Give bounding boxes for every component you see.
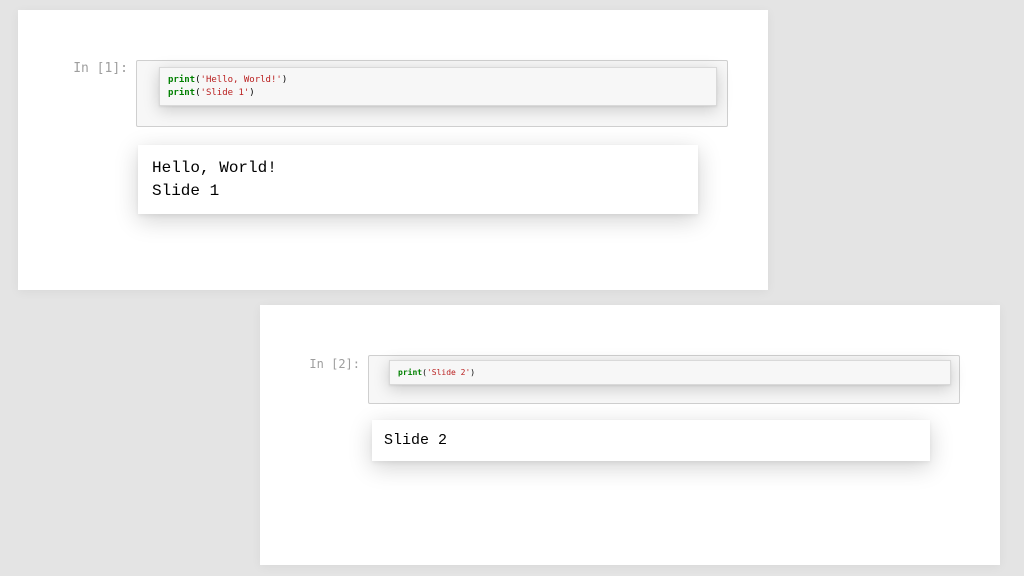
code-paren-close: ) [282, 75, 287, 85]
code-box-1: print('Hello, World!') print('Slide 1') [159, 67, 717, 106]
code-box-2: print('Slide 2') [389, 360, 951, 385]
input-prompt-2: In [2]: [300, 355, 368, 373]
slide-2: In [2]: print('Slide 2') Slide 2 [260, 305, 1000, 565]
code-string: Hello, World! [206, 75, 276, 85]
output-spacer [58, 145, 138, 214]
input-area-1[interactable]: print('Hello, World!') print('Slide 1') [136, 60, 728, 127]
code-string: Slide 1 [206, 88, 244, 98]
input-prompt-1: In [1]: [58, 60, 136, 78]
input-area-2[interactable]: print('Slide 2') [368, 355, 960, 404]
output-row-2: Slide 2 [300, 420, 960, 461]
code-fn: print [168, 75, 195, 85]
output-box-2: Slide 2 [372, 420, 930, 461]
code-paren-close: ) [470, 368, 475, 377]
output-box-1: Hello, World! Slide 1 [138, 145, 698, 214]
code-fn: print [398, 368, 422, 377]
code-cell-2: In [2]: print('Slide 2') [300, 355, 960, 404]
code-cell-1: In [1]: print('Hello, World!') print('Sl… [58, 60, 728, 127]
output-spacer [300, 420, 372, 461]
code-paren-close: ) [249, 88, 254, 98]
output-row-1: Hello, World! Slide 1 [58, 145, 728, 214]
slide-1: In [1]: print('Hello, World!') print('Sl… [18, 10, 768, 290]
code-fn: print [168, 88, 195, 98]
code-string: Slide 2 [432, 368, 466, 377]
